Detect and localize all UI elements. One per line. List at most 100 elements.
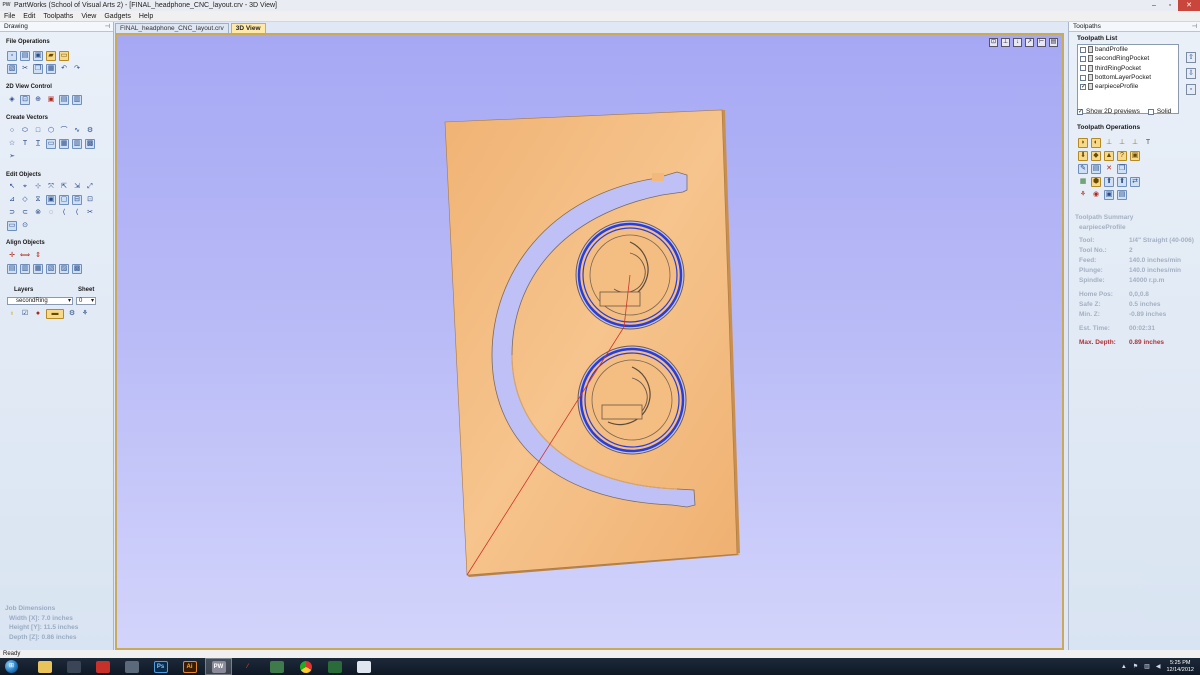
arc-icon[interactable]: ⌒ (59, 126, 69, 136)
cut-icon[interactable]: ✂ (20, 64, 30, 74)
pan-icon[interactable]: ▤ (59, 95, 69, 105)
rotate-icon[interactable]: ⇲ (72, 182, 82, 192)
taskbar-chrome[interactable] (292, 658, 319, 675)
pin-icon[interactable]: ⊣ (1192, 23, 1197, 30)
extend-icon[interactable]: ⟨ (72, 208, 82, 218)
text-on-curve-icon[interactable]: T̲ (33, 139, 43, 149)
upload-toolpath-icon[interactable]: ⬆ (1104, 177, 1114, 187)
zoom-box-icon[interactable]: ⊡ (20, 95, 30, 105)
tool-database-icon[interactable]: ▤ (1091, 164, 1101, 174)
tray-volume-icon[interactable]: ◀ (1156, 663, 1161, 670)
drill-toolpath-icon[interactable]: ⊥ (1104, 138, 1114, 148)
tray-flag-icon[interactable]: ⚑ (1133, 663, 1138, 670)
pocket-toolpath-icon[interactable]: ◐ (1091, 138, 1101, 148)
redo-icon[interactable]: ↷ (72, 64, 82, 74)
merge-toolpath-icon[interactable]: ⬢ (1091, 177, 1101, 187)
taskbar-app-11[interactable] (321, 658, 348, 675)
layer-color-icon[interactable]: ▬ (46, 309, 64, 319)
taskbar-photoshop[interactable]: Ps (147, 658, 174, 675)
menu-help[interactable]: Help (135, 13, 157, 20)
layer-select[interactable]: secondRing (7, 297, 73, 305)
copy-icon[interactable]: ❐ (33, 64, 43, 74)
import-vectors-icon[interactable]: ▧ (7, 64, 17, 74)
move-down-icon[interactable]: ⇩ (1186, 68, 1196, 79)
help-toolpath-icon[interactable]: ? (1117, 151, 1127, 161)
scale-icon[interactable]: ⇱ (59, 182, 69, 192)
lightbulb-icon[interactable]: ♁ (7, 309, 17, 319)
pin-icon[interactable]: ⊣ (105, 23, 110, 30)
toolpath-item-third-ring-pocket[interactable]: thirdRingPocket (1078, 64, 1178, 73)
dimension-icon[interactable]: ▭ (46, 139, 56, 149)
texture-toolpath-icon[interactable]: ◆ (1091, 151, 1101, 161)
reset-preview-icon[interactable]: ◉ (1091, 190, 1101, 200)
taskbar-app-3[interactable] (89, 658, 116, 675)
inlay-toolpath-icon[interactable]: ⊥ (1130, 138, 1140, 148)
solid-checkbox[interactable] (1147, 108, 1154, 115)
align-left-icon[interactable]: ▤ (7, 264, 17, 274)
save-all-toolpaths-icon[interactable]: ▤ (1117, 190, 1127, 200)
flip-icon[interactable]: ⧖ (33, 195, 43, 205)
show-2d-previews-checkbox[interactable]: ✓ (1077, 108, 1083, 115)
array-icon[interactable]: ▭ (7, 221, 17, 231)
menu-file[interactable]: File (0, 13, 19, 20)
text-icon[interactable]: T (20, 139, 30, 149)
join-icon[interactable]: ⊟ (72, 195, 82, 205)
select-icon[interactable]: ↖ (7, 182, 17, 192)
zoom-selected-icon[interactable]: ▣ (46, 95, 56, 105)
offset-icon[interactable]: ⊡ (85, 195, 95, 205)
move-up-icon[interactable]: ⇧ (1186, 52, 1196, 63)
layer-manager-icon[interactable]: ⚘ (80, 309, 90, 319)
save-toolpath-icon[interactable]: ▣ (1104, 190, 1114, 200)
align-horizontal-icon[interactable]: ⟺ (20, 251, 30, 261)
polygon-icon[interactable]: ⬡ (46, 126, 56, 136)
taskbar-illustrator[interactable]: Ai (176, 658, 203, 675)
nest-icon[interactable]: ⊙ (20, 221, 30, 231)
taskbar-app-2[interactable] (60, 658, 87, 675)
copy-toolpath-icon[interactable]: ❐ (1117, 164, 1127, 174)
minimize-button[interactable]: – (1146, 0, 1162, 11)
engrave-toolpath-icon[interactable]: T (1143, 138, 1153, 148)
vcarve-toolpath-icon[interactable]: ⊥ (1117, 138, 1127, 148)
circle-icon[interactable]: ○ (7, 126, 17, 136)
trim-icon[interactable]: ⟨ (59, 208, 69, 218)
visible-check-icon[interactable]: ☑ (20, 309, 30, 319)
star-icon[interactable]: ☆ (7, 139, 17, 149)
folder-icon[interactable]: ▭ (59, 51, 69, 61)
sheet-select[interactable]: 0 (76, 297, 96, 305)
menu-edit[interactable]: Edit (19, 13, 39, 20)
toolpath-checkbox[interactable] (1080, 65, 1086, 72)
import-icon[interactable]: ▰ (46, 51, 56, 61)
prism-toolpath-icon[interactable]: ▲ (1104, 151, 1114, 161)
preview-toolpath-icon[interactable]: ▦ (1078, 177, 1088, 187)
weld-icon[interactable]: ⊃ (7, 208, 17, 218)
menu-view[interactable]: View (77, 13, 100, 20)
simulate-toolpath-icon[interactable]: ⚘ (1078, 190, 1088, 200)
maximize-button[interactable]: ▫ (1162, 0, 1178, 11)
intersect-icon[interactable]: ⊗ (33, 208, 43, 218)
zoom-extents-icon[interactable]: ◈ (7, 95, 17, 105)
taskbar-app-4[interactable] (118, 658, 145, 675)
tray-network-icon[interactable]: ▥ (1144, 663, 1150, 670)
save-icon[interactable]: ▣ (33, 51, 43, 61)
subtract-icon[interactable]: ⊂ (20, 208, 30, 218)
node-select-icon[interactable]: ⌖ (20, 182, 30, 192)
fluting-toolpath-icon[interactable]: ⬇ (1078, 151, 1088, 161)
ellipse-icon[interactable]: ⬭ (20, 126, 30, 136)
menu-gadgets[interactable]: Gadgets (100, 13, 134, 20)
align-bottom-icon[interactable]: ▧ (46, 264, 56, 274)
tab-3d-view[interactable]: 3D View (230, 23, 266, 33)
fillet-icon[interactable]: ◌ (46, 208, 56, 218)
ungroup-icon[interactable]: ▢ (59, 195, 69, 205)
curve-icon[interactable]: ∿ (72, 126, 82, 136)
list-options-icon[interactable]: ▫ (1186, 84, 1196, 95)
toolpath-item-earpiece-profile[interactable]: ✓ earpieceProfile (1078, 82, 1178, 91)
taskbar-app-9[interactable] (263, 658, 290, 675)
grid-icon[interactable]: ▥ (72, 139, 82, 149)
new-file-icon[interactable]: ▫ (7, 51, 17, 61)
toolpath-checkbox[interactable] (1080, 74, 1086, 81)
clock[interactable]: 5:25 PM 12/14/2012 (1166, 660, 1194, 673)
distribute-icon[interactable]: ▩ (72, 264, 82, 274)
undo-icon[interactable]: ↶ (59, 64, 69, 74)
table-icon[interactable]: ▦ (59, 139, 69, 149)
rectangle-icon[interactable]: □ (33, 126, 43, 136)
